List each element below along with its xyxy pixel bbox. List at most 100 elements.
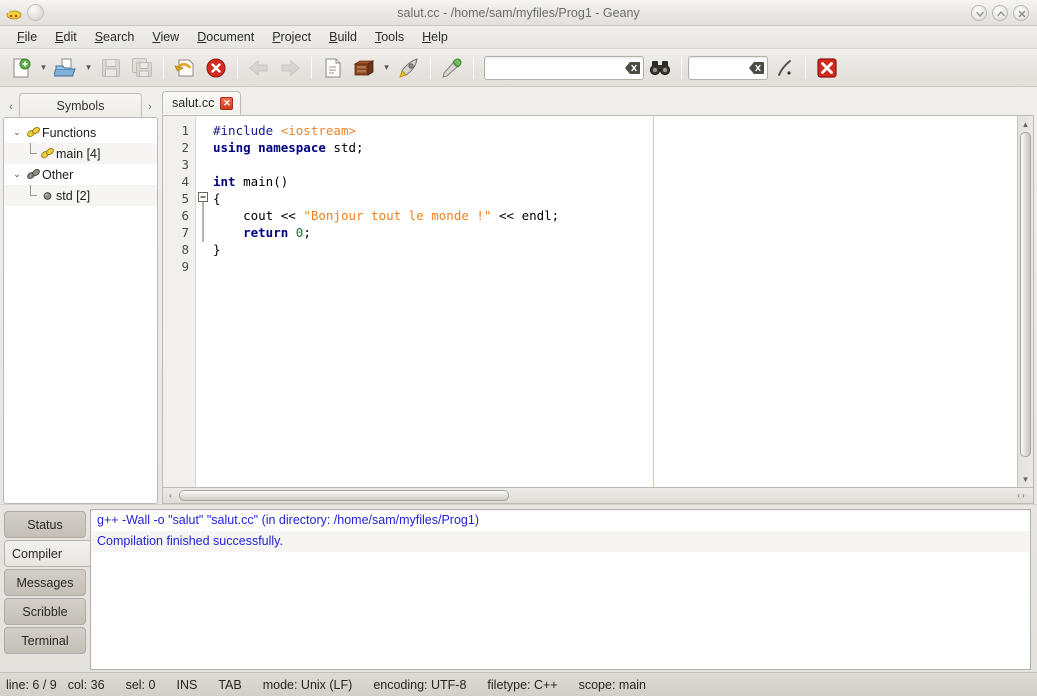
build-dropdown[interactable]: ▾ bbox=[380, 53, 393, 83]
symbols-tree-item-label: Other bbox=[42, 167, 74, 182]
tree-branch-line bbox=[24, 185, 38, 206]
symbols-tree-item-functions[interactable]: ⌄ Functions bbox=[4, 122, 157, 143]
message-tab-messages[interactable]: Messages bbox=[4, 569, 86, 596]
expander-collapse-icon[interactable]: ⌄ bbox=[10, 127, 24, 138]
symbols-tree-item-std[interactable]: std [2] bbox=[4, 185, 157, 206]
clear-goto-icon[interactable] bbox=[749, 61, 764, 74]
close-button[interactable] bbox=[1013, 4, 1029, 21]
save-all-button[interactable] bbox=[127, 53, 157, 83]
editor-vertical-scrollbar[interactable]: ▲ ▼ bbox=[1017, 116, 1033, 487]
menu-search[interactable]: Search bbox=[86, 28, 144, 46]
function-chain-icon bbox=[38, 147, 56, 160]
symbols-tree-item-other[interactable]: ⌄ Other bbox=[4, 164, 157, 185]
compiler-output-line: g++ -Wall -o "salut" "salut.cc" (in dire… bbox=[97, 513, 479, 527]
new-document-button[interactable] bbox=[6, 53, 36, 83]
search-entry[interactable] bbox=[484, 55, 644, 80]
document-tab-salut-cc[interactable]: salut.cc ✕ bbox=[162, 91, 242, 115]
message-tab-terminal[interactable]: Terminal bbox=[4, 627, 86, 654]
status-col: col: 36 bbox=[67, 677, 105, 692]
sidebar-tab-label: Symbols bbox=[56, 99, 105, 113]
goto-line-input[interactable] bbox=[695, 59, 749, 76]
new-document-dropdown[interactable]: ▾ bbox=[37, 53, 50, 83]
open-document-dropdown[interactable]: ▾ bbox=[82, 53, 95, 83]
right-margin-marker bbox=[653, 116, 654, 487]
code-line: using namespace std; bbox=[213, 140, 364, 155]
navigate-forward-button[interactable] bbox=[275, 53, 305, 83]
line-number: 1 bbox=[181, 123, 189, 138]
save-button[interactable] bbox=[96, 53, 126, 83]
find-button[interactable] bbox=[645, 53, 675, 83]
tab-close-icon[interactable]: ✕ bbox=[220, 96, 234, 110]
horizontal-scrollbar-thumb[interactable] bbox=[179, 490, 509, 501]
status-indent-type: TAB bbox=[218, 677, 242, 692]
sidebar-tab-symbols[interactable]: Symbols bbox=[19, 93, 142, 118]
line-number: 2 bbox=[181, 140, 189, 155]
toolbar-separator-3 bbox=[311, 56, 312, 79]
code-folding-margin[interactable] bbox=[196, 116, 210, 487]
sidebar-prev-tab-arrow[interactable]: ‹ bbox=[3, 96, 19, 118]
toolbar-separator-2 bbox=[237, 56, 238, 79]
line-number-gutter: 1 2 3 4 5 6 7 8 9 bbox=[163, 116, 196, 487]
title-bar-left-icons bbox=[0, 4, 44, 21]
code-line: return 0; bbox=[243, 225, 311, 240]
message-tab-scribble[interactable]: Scribble bbox=[4, 598, 86, 625]
menu-build[interactable]: Build bbox=[320, 28, 366, 46]
line-number: 4 bbox=[181, 174, 189, 189]
menu-edit[interactable]: Edit bbox=[46, 28, 86, 46]
quit-button[interactable] bbox=[812, 53, 842, 83]
document-tab-label: salut.cc bbox=[172, 96, 215, 110]
compile-button[interactable] bbox=[318, 53, 348, 83]
color-picker-button[interactable] bbox=[437, 53, 467, 83]
menu-tools[interactable]: Tools bbox=[366, 28, 413, 46]
message-tab-label: Terminal bbox=[21, 633, 69, 648]
symbols-panel[interactable]: ⌄ Functions main [4] ⌄ Other std [2] bbox=[3, 117, 158, 504]
code-line: cout << "Bonjour tout le monde !" << end… bbox=[213, 208, 560, 223]
message-tab-status[interactable]: Status bbox=[4, 511, 86, 538]
menu-document[interactable]: Document bbox=[188, 28, 263, 46]
search-input[interactable] bbox=[491, 59, 625, 76]
toolbar-separator-4 bbox=[430, 56, 431, 79]
vertical-scrollbar-thumb[interactable] bbox=[1020, 132, 1031, 457]
open-document-button[interactable] bbox=[51, 53, 81, 83]
minimize-button[interactable] bbox=[971, 4, 987, 21]
symbols-tree-item-main[interactable]: main [4] bbox=[4, 143, 157, 164]
navigate-back-button[interactable] bbox=[244, 53, 274, 83]
status-scope: scope: main bbox=[578, 677, 647, 692]
goto-line-entry[interactable] bbox=[688, 55, 768, 80]
line-number: 6 bbox=[181, 208, 189, 223]
menu-help[interactable]: Help bbox=[413, 28, 457, 46]
scroll-left-arrow-icon[interactable]: ‹ bbox=[164, 491, 177, 500]
compiler-output-panel[interactable]: g++ -Wall -o "salut" "salut.cc" (in dire… bbox=[90, 509, 1031, 670]
message-tab-label: Compiler bbox=[12, 546, 63, 561]
menu-file[interactable]: File bbox=[8, 28, 46, 46]
scroll-down-arrow-icon[interactable]: ▼ bbox=[1019, 472, 1033, 486]
goto-line-button[interactable] bbox=[769, 53, 799, 83]
code-view[interactable]: 1 2 3 4 5 6 7 8 9 #include <iostream> us… bbox=[163, 116, 1017, 487]
run-button[interactable] bbox=[394, 53, 424, 83]
horizontal-scroll-arrows[interactable]: ‹ › bbox=[1010, 491, 1032, 500]
close-document-button[interactable] bbox=[201, 53, 231, 83]
other-chain-icon bbox=[24, 168, 42, 181]
expander-collapse-icon[interactable]: ⌄ bbox=[10, 169, 24, 180]
menu-project[interactable]: Project bbox=[263, 28, 320, 46]
line-number: 9 bbox=[181, 259, 189, 274]
menu-view[interactable]: View bbox=[143, 28, 188, 46]
message-window: Status Compiler Messages Scribble Termin… bbox=[0, 504, 1037, 672]
sidebar-next-tab-arrow[interactable]: › bbox=[142, 96, 158, 118]
toolbar: ▾ ▾ ▾ bbox=[0, 49, 1037, 87]
compiler-output-line: Compilation finished successfully. bbox=[91, 531, 1030, 552]
message-tab-compiler[interactable]: Compiler bbox=[4, 540, 92, 567]
main-area: ‹ Symbols › ⌄ Functions main [4] ⌄ Other… bbox=[0, 87, 1037, 504]
message-tab-label: Scribble bbox=[22, 604, 68, 619]
revert-button[interactable] bbox=[170, 53, 200, 83]
window-menu-button[interactable] bbox=[27, 4, 44, 21]
maximize-button[interactable] bbox=[992, 4, 1008, 21]
code-text[interactable]: #include <iostream> using namespace std;… bbox=[210, 116, 1017, 487]
editor-horizontal-scrollbar[interactable]: ‹ ‹ › bbox=[162, 488, 1034, 504]
build-button[interactable] bbox=[349, 53, 379, 83]
toolbar-separator-6 bbox=[681, 56, 682, 79]
clear-search-icon[interactable] bbox=[625, 61, 640, 74]
scroll-up-arrow-icon[interactable]: ▲ bbox=[1019, 117, 1033, 131]
window-title: salut.cc - /home/sam/myfiles/Prog1 - Gea… bbox=[397, 5, 640, 20]
